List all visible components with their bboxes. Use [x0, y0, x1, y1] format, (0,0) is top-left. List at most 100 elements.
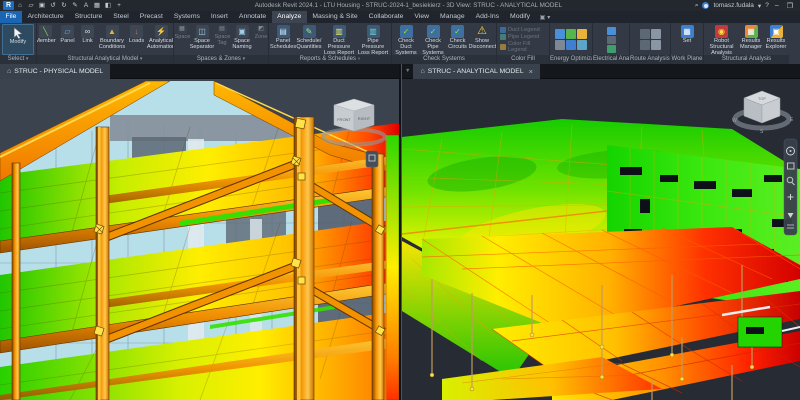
tab-steel[interactable]: Steel — [108, 11, 135, 23]
close-view-icon[interactable]: × — [527, 67, 533, 76]
set-work-plane-button[interactable]: ▦ Set — [673, 24, 701, 55]
tab-precast[interactable]: Precast — [134, 11, 168, 23]
view-tab-analytical-model[interactable]: ⌂ STRUC - ANALYTICAL MODEL × — [413, 64, 540, 79]
robot-structural-analysis-button[interactable]: ◉ Robot Structural Analysis — [705, 24, 739, 55]
power-analytical-icon[interactable] — [607, 36, 616, 44]
search-icon[interactable]: ⌕ — [695, 2, 699, 10]
show-disconnects-button[interactable]: ⚠ Show Disconnects — [469, 24, 496, 55]
loads-button[interactable]: ↓ Loads — [127, 24, 146, 55]
physical-model-canvas[interactable]: FRONT RIGHT — [0, 79, 399, 400]
create-energy-model-icon[interactable] — [566, 29, 576, 39]
tab-collaborate[interactable]: Collaborate — [363, 11, 409, 23]
user-dropdown-icon[interactable]: ▾ — [758, 2, 761, 10]
panel-label-select[interactable]: Select ▾ — [0, 55, 36, 64]
panel-structural-analysis: ◉ Robot Structural Analysis ▦ Results Ma… — [704, 23, 789, 64]
open-icon[interactable]: ▱ — [26, 1, 36, 10]
results-manager-button[interactable]: ▦ Results Manager — [739, 24, 764, 55]
avatar[interactable] — [702, 2, 709, 9]
tab-structure[interactable]: Structure — [69, 11, 108, 23]
duct-legend-button: Duct Legend — [500, 27, 546, 33]
analytical-model-render: W S E TOP — [402, 79, 800, 400]
panel-label-route[interactable]: Route Analysis ▾ — [630, 55, 670, 64]
modify-pen-icon[interactable]: ✎ — [70, 1, 80, 10]
home-icon[interactable]: ⌂ — [15, 1, 25, 10]
panel-reports-schedules: ▤ Panel Schedules ✎ Schedule/ Quantities… — [269, 23, 392, 64]
optimize-icon[interactable] — [555, 40, 565, 50]
panel-label-color-fill[interactable]: Color Fill — [497, 55, 549, 64]
view-home-icon: ⌂ — [7, 68, 11, 75]
duct-pressure-loss-report-icon: ▥ — [333, 25, 346, 38]
space-separator-button[interactable]: ◫ Space Separator — [190, 24, 215, 55]
results-explorer-button[interactable]: ▣ Results Explorer — [764, 24, 789, 55]
pipe-pressure-loss-report-button[interactable]: ▥ Pipe Pressure Loss Report — [356, 24, 390, 55]
route-settings-icon[interactable] — [651, 40, 661, 50]
analytical-automation-button[interactable]: ⚡ Analytical Automation — [146, 24, 173, 55]
show-disconnects-icon: ⚠ — [476, 25, 489, 38]
navigation-bar[interactable] — [784, 139, 797, 235]
tab-addins[interactable]: Add-Ins — [470, 11, 504, 23]
tab-systems[interactable]: Systems — [168, 11, 205, 23]
duct-pressure-loss-report-button[interactable]: ▥ Duct Pressure Loss Report — [322, 24, 356, 55]
view-home-icon-right: ⌂ — [420, 68, 424, 75]
panel-button[interactable]: ▱ Panel — [57, 24, 78, 55]
help-icon[interactable]: ? — [765, 2, 769, 9]
tab-view[interactable]: View — [409, 11, 435, 23]
tab-modify[interactable]: Modify — [505, 11, 536, 23]
check-pipe-systems-icon: ✓ — [427, 25, 440, 38]
signed-in-user[interactable]: tomasz.fudala — [713, 2, 753, 9]
check-duct-systems-button[interactable]: ✓ Check Duct Systems — [393, 24, 420, 55]
panel-label-workplane[interactable]: Work Plane — [671, 55, 703, 64]
panel-schedules-button[interactable]: ▤ Panel Schedules — [270, 24, 296, 55]
systems-analysis-icon[interactable] — [566, 40, 576, 50]
member-button[interactable]: ╲ Member — [37, 24, 57, 55]
ribbon-display-toggle[interactable]: ▣▾ — [536, 11, 551, 23]
tab-architecture[interactable]: Architecture — [22, 11, 69, 23]
tab-annotate[interactable]: Annotate — [233, 11, 271, 23]
redo-icon[interactable]: ↻ — [59, 1, 69, 10]
section-icon[interactable]: ◧ — [103, 1, 113, 10]
panel-label-electrical[interactable]: Electrical Analysis — [593, 55, 629, 64]
default-3d-view-icon[interactable]: ▦ — [92, 1, 102, 10]
minimize-button[interactable]: – — [773, 2, 781, 9]
text-icon[interactable]: A — [81, 1, 91, 10]
panel-label-check[interactable]: Check Systems — [392, 55, 496, 64]
tab-massing-site[interactable]: Massing & Site — [307, 11, 363, 23]
view-tab-menu-icon[interactable]: ▼ — [402, 64, 413, 78]
restore-button[interactable]: ❐ — [785, 2, 795, 10]
panel-label-structural[interactable]: Structural Analysis — [704, 55, 789, 64]
tab-file[interactable]: File — [0, 11, 22, 23]
modify-button[interactable]: Modify — [2, 24, 34, 55]
space-naming-button[interactable]: ▣ Space Naming — [230, 24, 255, 55]
check-circuits-button[interactable]: ✓ Check Circuits — [447, 24, 469, 55]
link-button[interactable]: ∞ Link — [78, 24, 97, 55]
boundary-conditions-button[interactable]: ▲ Boundary Conditions — [97, 24, 127, 55]
multiple-paths-icon[interactable] — [651, 29, 661, 39]
panel-label-sam[interactable]: Structural Analytical Model ▾ — [37, 55, 173, 64]
sam-dropdown-icon: ▾ — [140, 56, 143, 62]
analytical-model-canvas[interactable]: W S E TOP — [402, 79, 800, 400]
panel-color-fill: Duct Legend Pipe Legend Color Fill Legen… — [497, 23, 550, 64]
measure-icon[interactable]: + — [114, 1, 124, 10]
undo-icon[interactable]: ↺ — [48, 1, 58, 10]
tab-insert[interactable]: Insert — [205, 11, 233, 23]
link-icon: ∞ — [81, 25, 94, 38]
space-tag-icon: ▤ — [218, 25, 227, 34]
tab-analyze[interactable]: Analyze — [272, 11, 307, 23]
tab-manage[interactable]: Manage — [435, 11, 471, 23]
generate-icon[interactable] — [577, 29, 587, 39]
save-icon[interactable]: ▣ — [37, 1, 47, 10]
revit-logo-icon[interactable]: R — [3, 1, 14, 10]
panel-label-reports[interactable]: Reports & Schedules » — [269, 55, 391, 64]
path-of-travel-icon[interactable] — [640, 29, 650, 39]
panel-label-spaces[interactable]: Spaces & Zones ▾ — [174, 55, 268, 64]
people-content-icon[interactable] — [640, 40, 650, 50]
schedule-quantities-button[interactable]: ✎ Schedule/ Quantities — [296, 24, 322, 55]
panel-label-energy[interactable]: Energy Optimization — [550, 55, 592, 64]
check-pipe-systems-button[interactable]: ✓ Check Pipe Systems — [420, 24, 447, 55]
view-tab-physical-model[interactable]: ⌂ STRUC - PHYSICAL MODEL — [0, 64, 110, 79]
energy-results-icon[interactable] — [577, 40, 587, 50]
energy-settings-icon[interactable] — [555, 29, 565, 39]
navbar-control-left[interactable] — [366, 151, 378, 167]
electrical-settings-icon[interactable] — [607, 27, 616, 35]
equipment-load-icon[interactable] — [607, 45, 616, 53]
